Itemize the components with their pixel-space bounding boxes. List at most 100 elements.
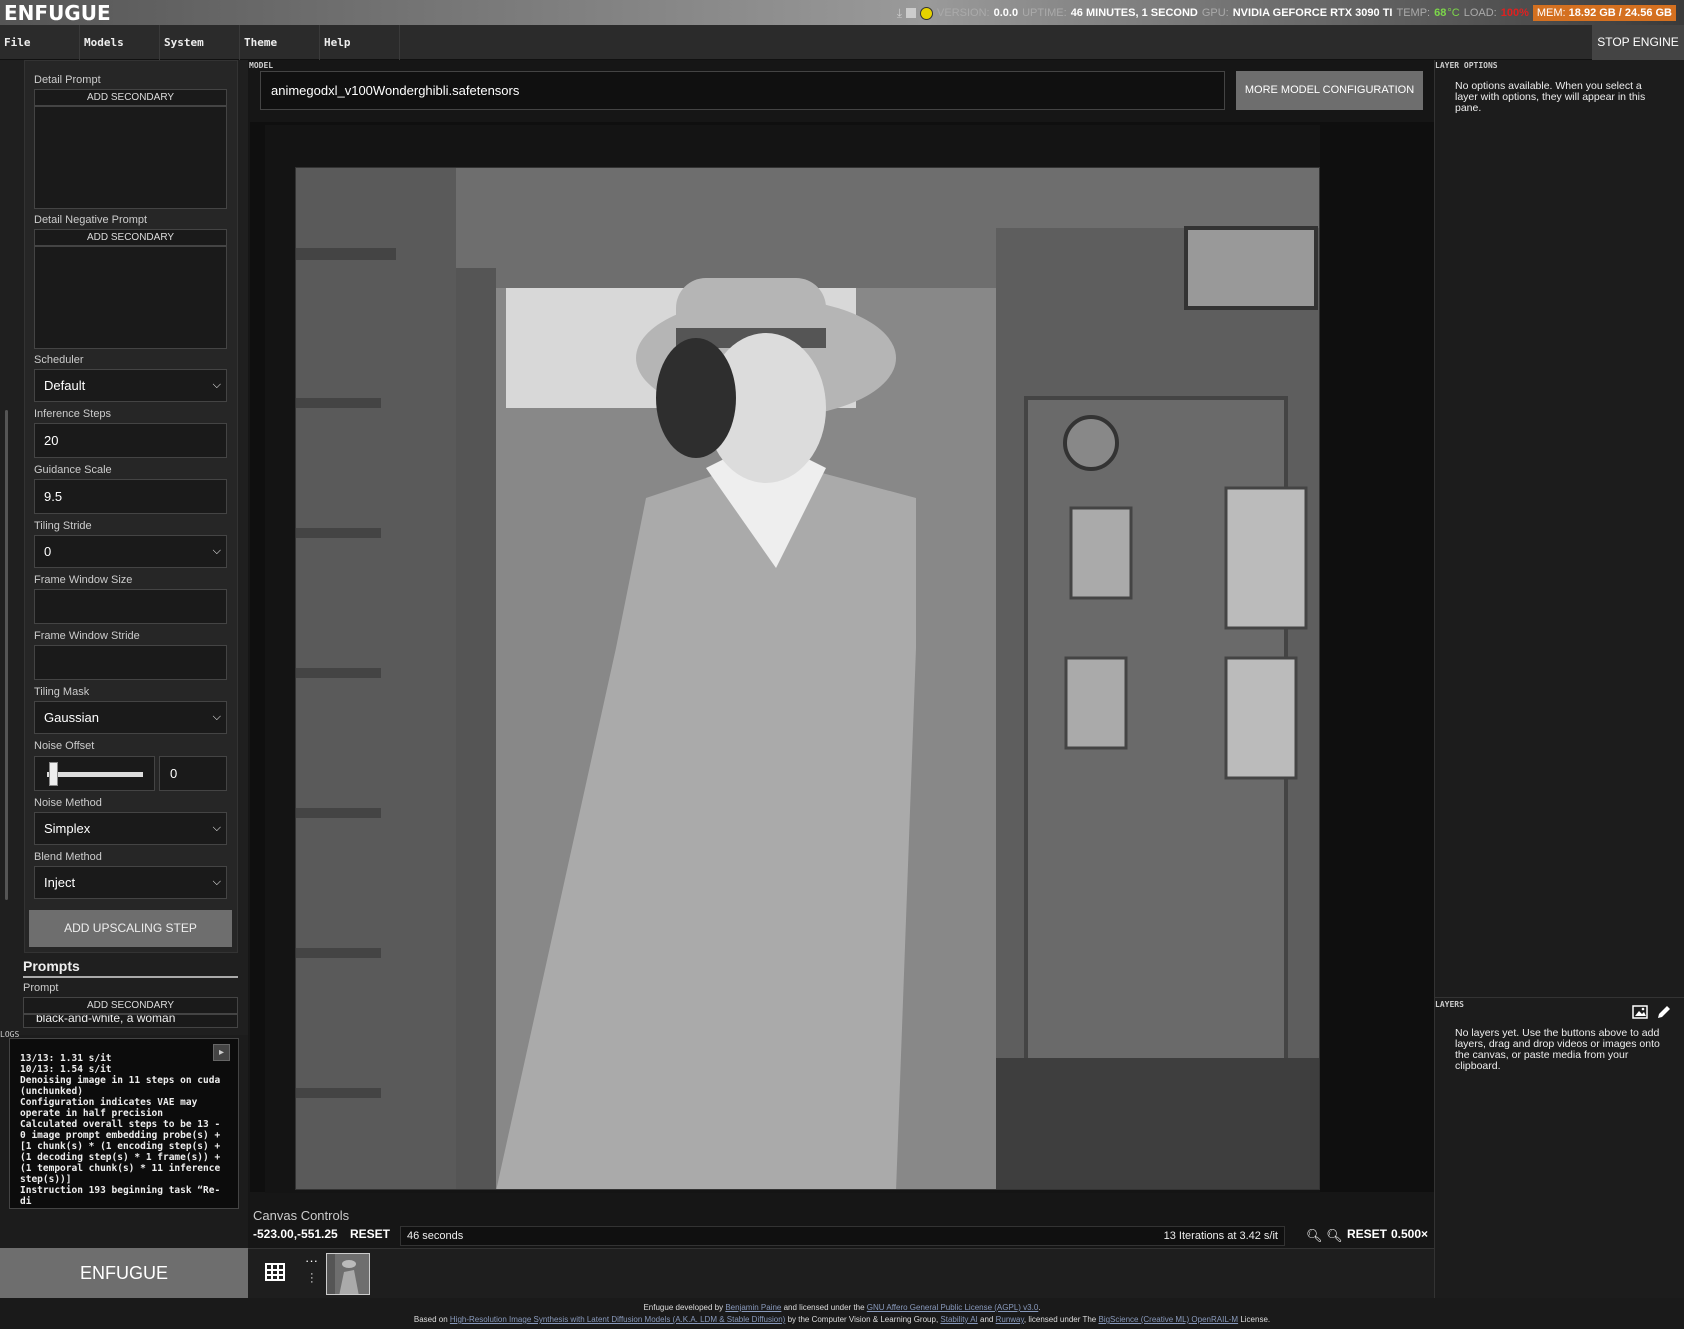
reset-position-button[interactable]: RESET (350, 1227, 390, 1241)
noise-method-label: Noise Method (34, 797, 102, 809)
tiling-mask-value: Gaussian (44, 710, 99, 725)
noise-method-value: Simplex (44, 821, 91, 836)
generated-image[interactable] (295, 167, 1320, 1190)
footer-line-1: Enfugue developed by Benjamin Paine and … (643, 1303, 1041, 1312)
stop-engine-button[interactable]: STOP ENGINE (1592, 25, 1684, 60)
menu-system[interactable]: System (160, 25, 240, 60)
tiling-mask-select[interactable]: Gaussian ⌵ (34, 701, 227, 734)
blend-method-select[interactable]: Inject ⌵ (34, 866, 227, 899)
app-logo[interactable]: ENFUGUE (4, 1, 111, 25)
noise-offset-input[interactable]: 0 (159, 756, 227, 791)
prompt-textarea[interactable]: black-and-white, a woman (23, 1014, 238, 1028)
inference-steps-label: Inference Steps (34, 408, 112, 420)
detail-negative-prompt-textarea[interactable] (34, 246, 227, 349)
samples-bar (248, 1248, 1434, 1298)
menu-file[interactable]: File (0, 25, 80, 60)
license-link[interactable]: GNU Affero General Public License (AGPL)… (867, 1303, 1039, 1312)
noise-offset-label: Noise Offset (34, 740, 95, 752)
tiling-stride-value: 0 (44, 544, 52, 559)
zoom-controls: 🔍︎ 🔍︎ (1306, 1228, 1343, 1244)
logs-panel[interactable]: 13/13: 1.31 s/it 10/13: 1.54 s/it Denois… (9, 1038, 239, 1209)
temp-label: TEMP: (1396, 7, 1431, 19)
zoom-in-icon[interactable]: 🔍︎ (1306, 1228, 1323, 1243)
add-upscaling-step-button[interactable]: ADD UPSCALING STEP (29, 910, 232, 947)
sample-thumbnail[interactable] (326, 1253, 370, 1295)
prompts-heading: Prompts (23, 958, 238, 978)
download-icon[interactable]: ⤓ (897, 6, 902, 21)
footer-text: Enfugue developed by (643, 1303, 724, 1312)
chevron-down-icon: ⌵ (212, 822, 221, 834)
top-bar: ENFUGUE ⤓ VERSION: 0.0.0 UPTIME: 46 MINUTE… (0, 0, 1684, 25)
tiling-stride-select[interactable]: 0 ⌵ (34, 535, 227, 568)
model-label: MODEL (249, 61, 274, 70)
add-secondary-button[interactable]: ADD SECONDARY (34, 89, 227, 106)
footer-text: by the Computer Vision & Learning Group, (787, 1315, 939, 1324)
generated-image-illustration (296, 168, 1319, 1189)
temp-value: 68 (1434, 7, 1447, 19)
footer-text: and (980, 1315, 994, 1324)
reset-zoom-button[interactable]: RESET (1347, 1227, 1387, 1241)
add-image-layer-icon[interactable] (1632, 1005, 1648, 1019)
version-label: VERSION: (937, 7, 990, 19)
elapsed-time: 46 seconds (407, 1230, 464, 1242)
prompt-text: black-and-white, a woman (36, 1014, 176, 1025)
scheduler-select[interactable]: Default ⌵ (34, 369, 227, 402)
blend-method-label: Blend Method (34, 851, 102, 863)
model-input[interactable]: animegodxl_v100Wonderghibli.safetensors (260, 71, 1225, 110)
menu-theme[interactable]: Theme (240, 25, 320, 60)
detail-prompt-textarea[interactable] (34, 106, 227, 209)
rail-license-link[interactable]: BigScience (Creative ML) OpenRAIL-M (1098, 1315, 1238, 1324)
add-secondary-prompt-button[interactable]: ADD SECONDARY (23, 997, 238, 1014)
progress-status: 46 seconds 13 Iterations at 3.42 s/it (400, 1226, 1285, 1246)
zoom-out-icon[interactable]: 🔍︎ (1326, 1228, 1343, 1243)
runway-link[interactable]: Runway (996, 1315, 1024, 1324)
noise-offset-slider[interactable] (34, 756, 155, 791)
add-secondary-negative-button[interactable]: ADD SECONDARY (34, 229, 227, 246)
uptime-value: 46 MINUTES, 1 SECOND (1070, 7, 1198, 19)
scheduler-value: Default (44, 378, 86, 393)
gpu-value: NVIDIA GEFORCE RTX 3090 TI (1232, 7, 1393, 19)
author-link[interactable]: Benjamin Paine (725, 1303, 781, 1312)
logs-text: 13/13: 1.31 s/it 10/13: 1.54 s/it Denois… (20, 1053, 221, 1207)
footer-text: Based on (413, 1315, 448, 1324)
status-bar: ⤓ VERSION: 0.0.0 UPTIME: 46 MINUTES, 1 SEC… (897, 5, 1676, 21)
mem-label: MEM: (1536, 7, 1566, 19)
expand-logs-icon[interactable]: ▸ (213, 1044, 230, 1061)
memory-badge: MEM: 18.92 GB / 24.56 GB (1532, 5, 1676, 21)
left-scrollbar[interactable] (5, 410, 8, 900)
enfugue-button[interactable]: ENFUGUE (0, 1248, 248, 1298)
layer-options-text: No options available. When you select a … (1455, 80, 1646, 114)
canvas-controls-heading: Canvas Controls (253, 1208, 350, 1223)
sample-thumbnail-image (327, 1254, 369, 1294)
canvas-coordinates: -523.00,-551.25 (253, 1227, 338, 1241)
slider-track (47, 772, 143, 777)
paper-link[interactable]: High-Resolution Image Synthesis with Lat… (450, 1315, 785, 1324)
frame-window-stride-input[interactable] (34, 645, 227, 680)
more-vertical-icon[interactable]: · · · (310, 1269, 314, 1288)
menu-models[interactable]: Models (80, 25, 160, 60)
layers-label: LAYERS (1435, 1000, 1464, 1009)
slider-thumb[interactable] (49, 762, 58, 786)
footer-line-2: Based on High-Resolution Image Synthesis… (0, 1314, 1684, 1326)
tiling-mask-label: Tiling Mask (34, 686, 90, 698)
inference-steps-input[interactable]: 20 (34, 423, 227, 458)
footer: Enfugue developed by Benjamin Paine and … (0, 1298, 1684, 1329)
frame-window-size-input[interactable] (34, 589, 227, 624)
more-model-configuration-button[interactable]: MORE MODEL CONFIGURATION (1236, 71, 1423, 110)
blend-method-value: Inject (44, 875, 76, 890)
menu-help[interactable]: Help (320, 25, 400, 60)
noise-method-select[interactable]: Simplex ⌵ (34, 812, 227, 845)
grid-view-icon[interactable] (265, 1262, 285, 1282)
uptime-label: UPTIME: (1022, 7, 1067, 19)
footer-text: , licensed under The (1023, 1315, 1097, 1324)
frame-window-stride-label: Frame Window Stride (34, 630, 140, 642)
guidance-scale-input[interactable]: 9.5 (34, 479, 227, 514)
footer-text: License. (1240, 1315, 1271, 1324)
add-drawing-layer-icon[interactable] (1656, 1005, 1672, 1019)
right-panel (1434, 60, 1684, 1298)
stability-link[interactable]: Stability AI (940, 1315, 977, 1324)
detail-negative-prompt-label: Detail Negative Prompt (34, 214, 148, 226)
stop-square-icon[interactable] (906, 8, 917, 18)
engine-status-indicator (920, 6, 934, 20)
more-horizontal-icon[interactable]: ··· (305, 1253, 318, 1268)
